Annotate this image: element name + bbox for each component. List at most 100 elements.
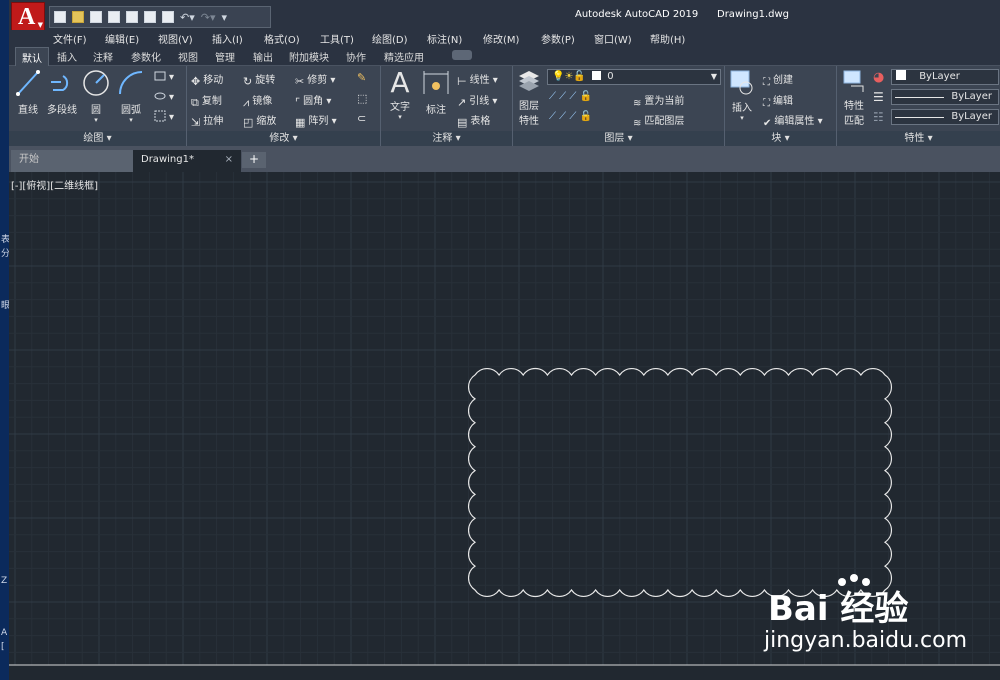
offset-tool[interactable]: ⊂ [357,112,369,125]
light-bulb-icon: 💡☀🔓 [552,71,586,82]
leader-label: 引线 [469,96,490,107]
arc-icon [119,71,143,95]
menu-edit[interactable]: 编辑(E) [105,31,139,46]
tab-drawing1[interactable]: Drawing1* × [133,150,241,172]
new-drawing-button[interactable]: + [242,152,266,168]
explode-tool[interactable]: ⬚ [357,92,370,105]
mirror-tool[interactable]: ⩘ 镜像 [243,92,273,109]
plot-icon[interactable] [162,11,174,23]
menu-file[interactable]: 文件(F) [53,31,87,46]
save-as-icon[interactable] [108,11,120,23]
circle-tool[interactable]: 圆 ▾ [81,68,111,124]
hatch-tool[interactable]: ▾ [154,110,174,123]
tab-insert[interactable]: 插入 [57,49,77,64]
text-tool[interactable]: A 文字 ▾ [385,66,415,122]
polyline-tool[interactable]: 多段线 [45,68,79,116]
layer-properties-label1: 图层 [519,101,539,112]
create-block-tool[interactable]: ⛶ 创建 [763,71,793,89]
mirror-label: 镜像 [252,96,273,107]
properties-panel-title[interactable]: 特性 ▾ [837,131,1000,146]
layer-dropdown[interactable]: 💡☀🔓 0 ▼ [547,69,721,85]
insert-block-button[interactable]: 插入 ▾ [727,68,757,122]
revision-cloud[interactable] [468,367,892,598]
match-properties-button[interactable]: 特性 匹配 [839,68,869,127]
copy-tool[interactable]: ⧉ 复制 [191,92,222,109]
rectangle-tool[interactable]: ▾ [154,70,174,83]
new-icon[interactable] [54,11,66,23]
tab-output[interactable]: 输出 [253,49,273,64]
line-tool[interactable]: 直线 [13,68,43,116]
annotation-panel-title[interactable]: 注释 ▾ [381,131,512,146]
menu-window[interactable]: 窗口(W) [594,31,632,46]
layer-properties-button[interactable]: 图层 特性 [515,68,543,127]
close-icon[interactable]: × [225,150,233,170]
edit-block-tool[interactable]: ⛶ 编辑 [763,92,793,110]
layer-tools-row2[interactable]: ⟋ ⟋ ⟋ 🔓 [549,111,592,122]
ellipse-tool[interactable]: ▾ [154,90,174,103]
table-label: 表格 [470,116,491,127]
tab-collaborate[interactable]: 协作 [346,49,366,64]
move-tool[interactable]: ✥ 移动 [191,71,223,88]
color-dropdown[interactable]: ByLayer [891,69,999,85]
tab-annotate[interactable]: 注释 [93,49,113,64]
edit-attributes-tool[interactable]: ✔ 编辑属性 ▾ [763,112,823,130]
chevron-down-icon[interactable]: ▾ [115,116,147,124]
menu-draw[interactable]: 绘图(D) [372,31,408,46]
array-tool[interactable]: ▦ 阵列 ▾ [295,112,337,129]
linetype-dropdown[interactable]: ByLayer [891,89,999,105]
set-current-layer-tool[interactable]: ≋ 置为当前 [633,92,684,110]
menu-format[interactable]: 格式(O) [264,31,300,46]
draw-panel-title[interactable]: 绘图 ▾ [9,131,186,146]
undo-icon[interactable]: ↶▾ [180,11,195,24]
menu-modify[interactable]: 修改(M) [483,31,519,46]
explode-icon: ⬚ [357,92,368,105]
chevron-down-icon[interactable]: ▾ [385,113,415,121]
erase-tool[interactable]: ✎ [357,71,369,84]
stretch-tool[interactable]: ⇲ 拉伸 [191,112,223,129]
menu-help[interactable]: 帮助(H) [650,31,685,46]
menu-view[interactable]: 视图(V) [158,31,193,46]
customize-toolbar-icon[interactable]: ▾ [222,11,228,24]
arc-tool[interactable]: 圆弧 ▾ [115,68,147,124]
modify-panel-title[interactable]: 修改 ▾ [187,131,380,146]
leader-icon: ↗ [457,96,467,109]
tab-view[interactable]: 视图 [178,49,198,64]
application-menu-button[interactable]: A ▼ [11,2,45,32]
viewport-controls[interactable]: [-][俯视][二维线框] [11,177,98,192]
tab-parametric[interactable]: 参数化 [131,49,161,64]
tab-featured-apps[interactable]: 精选应用 [384,49,424,64]
menu-dimension[interactable]: 标注(N) [427,31,462,46]
block-panel-title[interactable]: 块 ▾ [725,131,836,146]
linear-tool[interactable]: ⊢ 线性 ▾ [457,71,498,88]
open-icon[interactable] [72,11,84,23]
dimension-tool[interactable]: 标注 [421,68,451,116]
stretch-icon: ⇲ [191,116,201,129]
ribbon-toggle-icon[interactable] [452,50,472,60]
layers-panel-title[interactable]: 图层 ▾ [513,131,724,146]
chevron-down-icon: ▼ [37,21,43,29]
tab-addins[interactable]: 附加模块 [289,49,329,64]
document-title: Drawing1.dwg [717,9,789,20]
chevron-down-icon[interactable]: ▾ [727,114,757,122]
leader-tool[interactable]: ↗ 引线 ▾ [457,92,497,109]
tab-start[interactable]: 开始 [11,150,133,172]
match-layer-tool[interactable]: ≋ 匹配图层 [633,112,684,130]
redo-icon[interactable]: ↷▾ [201,11,216,24]
chevron-down-icon[interactable]: ▾ [81,116,111,124]
scale-tool[interactable]: ◰ 缩放 [243,112,276,129]
text-icon: A [390,66,410,99]
save-icon[interactable] [90,11,102,23]
fillet-tool[interactable]: ⌜ 圆角 ▾ [295,92,331,109]
open-web-icon[interactable] [126,11,138,23]
rotate-tool[interactable]: ↻ 旋转 [243,71,275,88]
tab-manage[interactable]: 管理 [215,49,235,64]
save-web-icon[interactable] [144,11,156,23]
menu-insert[interactable]: 插入(I) [212,31,243,46]
trim-tool[interactable]: ✂ 修剪 ▾ [295,71,335,88]
tab-default[interactable]: 默认 [15,47,49,67]
menu-parametric[interactable]: 参数(P) [541,31,575,46]
menu-tools[interactable]: 工具(T) [320,31,354,46]
layer-tools-row1[interactable]: ⟋ ⟋ ⟋ 🔓 [549,91,592,102]
table-tool[interactable]: ▤ 表格 [457,112,491,129]
lineweight-dropdown[interactable]: ByLayer [891,109,999,125]
